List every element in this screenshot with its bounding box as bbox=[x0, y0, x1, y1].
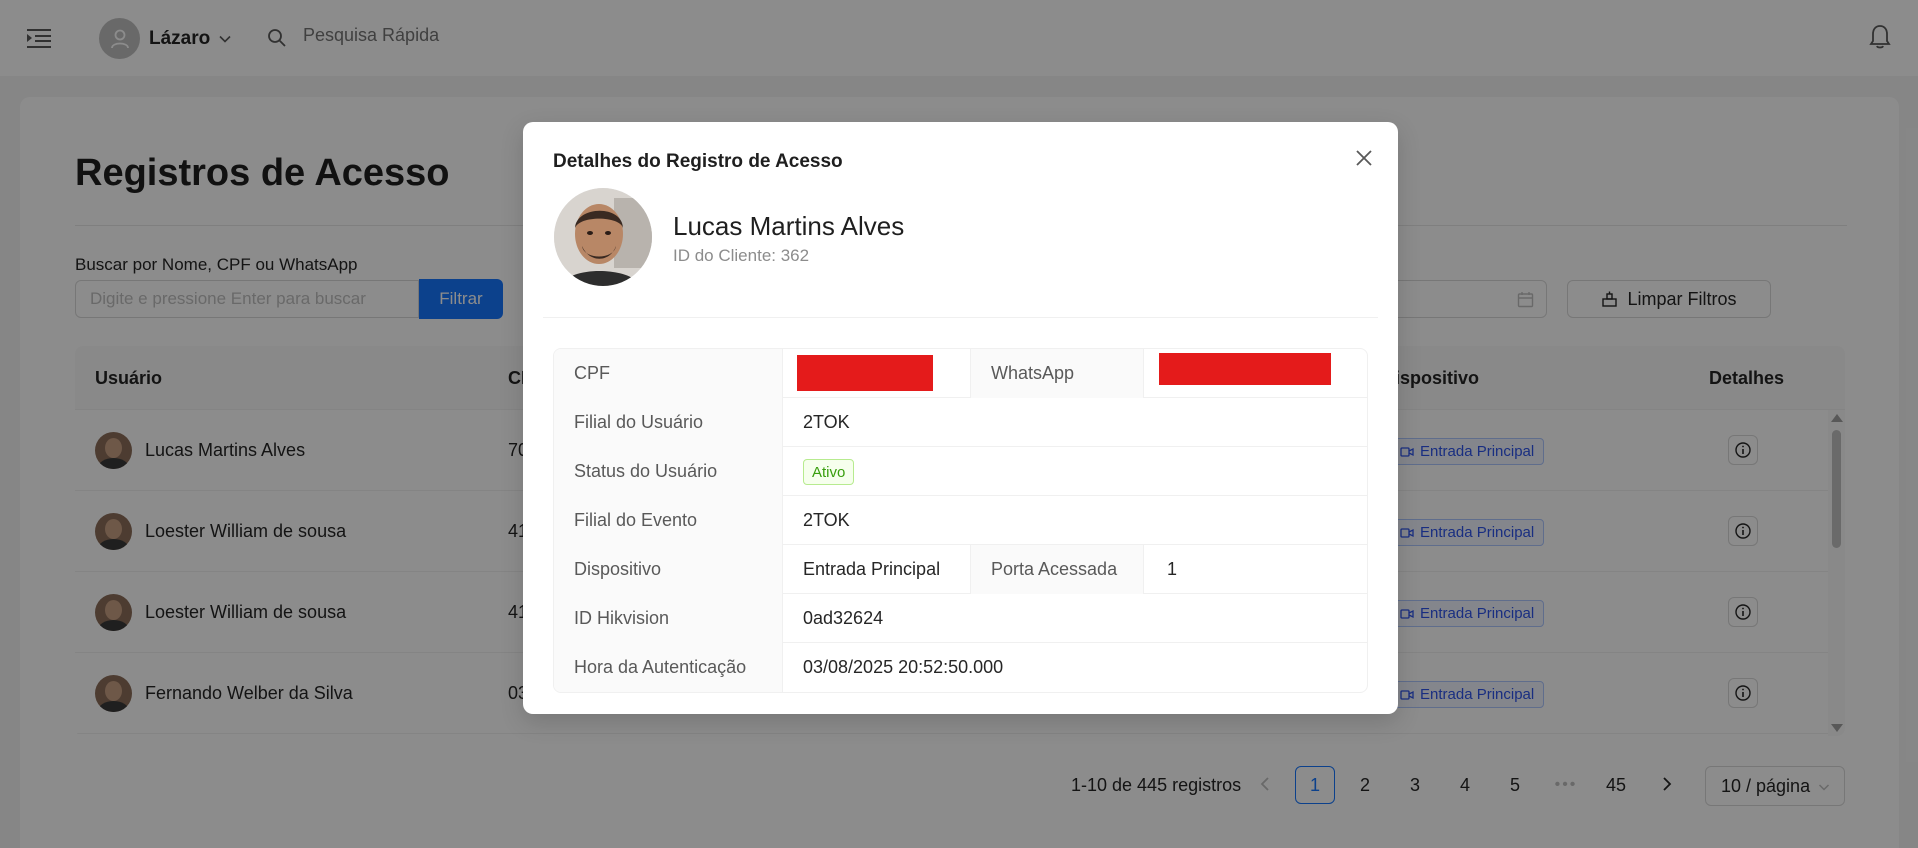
row-user-branch: Filial do Usuário 2TOK bbox=[554, 398, 1367, 447]
modal-title: Detalhes do Registro de Acesso bbox=[553, 151, 843, 172]
access-detail-modal: Detalhes do Registro de Acesso Lucas Mar… bbox=[523, 122, 1398, 714]
event-branch-value: 2TOK bbox=[803, 510, 850, 530]
user-status-label: Status do Usuário bbox=[554, 447, 783, 496]
row-cpf-whatsapp: CPF WhatsApp bbox=[554, 349, 1367, 398]
status-badge: Ativo bbox=[803, 459, 855, 485]
client-id: ID do Cliente: 362 bbox=[673, 246, 810, 265]
close-icon[interactable] bbox=[1353, 147, 1375, 169]
auth-time-label: Hora da Autenticação bbox=[554, 643, 783, 692]
client-name: Lucas Martins Alves bbox=[673, 211, 905, 241]
redacted-whatsapp bbox=[1159, 353, 1331, 385]
auth-time-value: 03/08/2025 20:52:50.000 bbox=[803, 657, 1004, 677]
row-hikvision: ID Hikvision 0ad32624 bbox=[554, 594, 1367, 643]
door-label: Porta Acessada bbox=[970, 545, 1144, 594]
device-label: Dispositivo bbox=[554, 545, 783, 594]
device-value: Entrada Principal bbox=[803, 559, 941, 579]
row-event-branch: Filial do Evento 2TOK bbox=[554, 496, 1367, 545]
hikvision-label: ID Hikvision bbox=[554, 594, 783, 643]
profile-photo bbox=[554, 188, 652, 286]
door-value: 1 bbox=[1167, 559, 1178, 579]
row-auth-time: Hora da Autenticação 03/08/2025 20:52:50… bbox=[554, 643, 1367, 692]
access-details-table: CPF WhatsApp Filial do Usuário 2TOK Stat… bbox=[553, 348, 1368, 693]
row-user-status: Status do Usuário Ativo bbox=[554, 447, 1367, 496]
user-branch-label: Filial do Usuário bbox=[554, 398, 783, 447]
avatar bbox=[554, 188, 652, 286]
divider bbox=[543, 317, 1378, 318]
cpf-label: CPF bbox=[554, 349, 783, 398]
redacted-cpf bbox=[797, 355, 933, 391]
user-branch-value: 2TOK bbox=[803, 412, 850, 432]
event-branch-label: Filial do Evento bbox=[554, 496, 783, 545]
row-device-door: Dispositivo Entrada Principal Porta Aces… bbox=[554, 545, 1367, 594]
hikvision-value: 0ad32624 bbox=[803, 608, 884, 628]
whatsapp-label: WhatsApp bbox=[970, 349, 1144, 398]
